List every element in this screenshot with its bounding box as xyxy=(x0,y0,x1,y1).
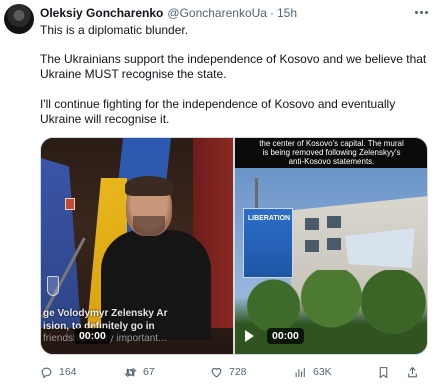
video-subtitle-line1: ge Volodymyr Zelensky Ar xyxy=(43,308,168,319)
emblem-patch xyxy=(65,198,75,210)
like-count: 728 xyxy=(229,366,247,378)
tweet-text-paragraph3: I'll continue fighting for the independe… xyxy=(40,97,396,126)
building-window xyxy=(305,240,319,252)
tweet-text-paragraph2: The Ukrainians support the independence … xyxy=(40,52,427,81)
video-player-right[interactable]: the center of Kosovo's capital. The mura… xyxy=(235,138,427,354)
like-button[interactable]: 728 xyxy=(210,366,247,379)
share-icon xyxy=(408,366,417,377)
speaker-hair xyxy=(125,176,173,196)
bookmark-icon xyxy=(379,366,388,378)
tweet-timestamp[interactable]: 15h xyxy=(277,6,297,20)
video-duration-badge: 00:00 xyxy=(267,328,304,344)
reply-icon xyxy=(41,367,52,378)
billboard: LIBERATION xyxy=(243,208,293,278)
speaker-beard xyxy=(133,216,165,236)
views-count: 63K xyxy=(313,366,332,378)
author-name[interactable]: Oleksiy Goncharenko xyxy=(40,6,163,20)
trees-shape xyxy=(235,270,427,354)
tweet[interactable]: Oleksiy Goncharenko @GoncharenkoUa · 15h… xyxy=(0,0,434,384)
retweet-button[interactable]: 67 xyxy=(124,366,155,379)
building-window xyxy=(327,238,341,250)
action-bar: 164 67 728 63K xyxy=(40,364,432,380)
video-caption-line3: anti-Kosovo statements. xyxy=(288,157,375,166)
video-duration-badge: 00:00 xyxy=(74,328,111,344)
views-button[interactable]: 63K xyxy=(294,366,332,379)
video-caption-line1: the center of Kosovo's capital. The mura… xyxy=(259,139,404,148)
more-options-icon[interactable] xyxy=(412,5,430,19)
heart-icon xyxy=(211,367,222,377)
share-button[interactable] xyxy=(406,366,419,379)
retweet-count: 67 xyxy=(143,366,155,378)
video-caption: the center of Kosovo's capital. The mura… xyxy=(235,138,427,166)
bookmark-button[interactable] xyxy=(377,366,390,379)
author-handle[interactable]: @GoncharenkoUa xyxy=(167,6,267,20)
building-window xyxy=(305,218,319,230)
header-separator: · xyxy=(269,6,274,20)
video-subtitle-line2: ision, to definitely go in xyxy=(43,321,155,332)
water-glass xyxy=(47,276,59,296)
billboard-text: LIBERATION xyxy=(247,215,291,222)
author-avatar[interactable] xyxy=(4,4,34,34)
video-caption-line2: is being removed following Zelenskyy's xyxy=(262,148,401,157)
tweet-text-line1: This is a diplomatic blunder. xyxy=(40,23,189,37)
video-subtitle-line3: friendship...very important... xyxy=(43,333,167,344)
reply-count: 164 xyxy=(59,366,77,378)
media-grid: ge Volodymyr Zelensky Ar ision, to defin… xyxy=(40,137,428,355)
play-icon[interactable] xyxy=(245,330,254,342)
tweet-header: Oleksiy Goncharenko @GoncharenkoUa · 15h xyxy=(40,5,426,21)
building-window xyxy=(327,216,341,228)
video-player-left[interactable]: ge Volodymyr Zelensky Ar ision, to defin… xyxy=(41,138,233,354)
retweet-icon xyxy=(124,367,137,377)
views-chart-icon xyxy=(295,367,305,377)
reply-button[interactable]: 164 xyxy=(40,366,77,379)
